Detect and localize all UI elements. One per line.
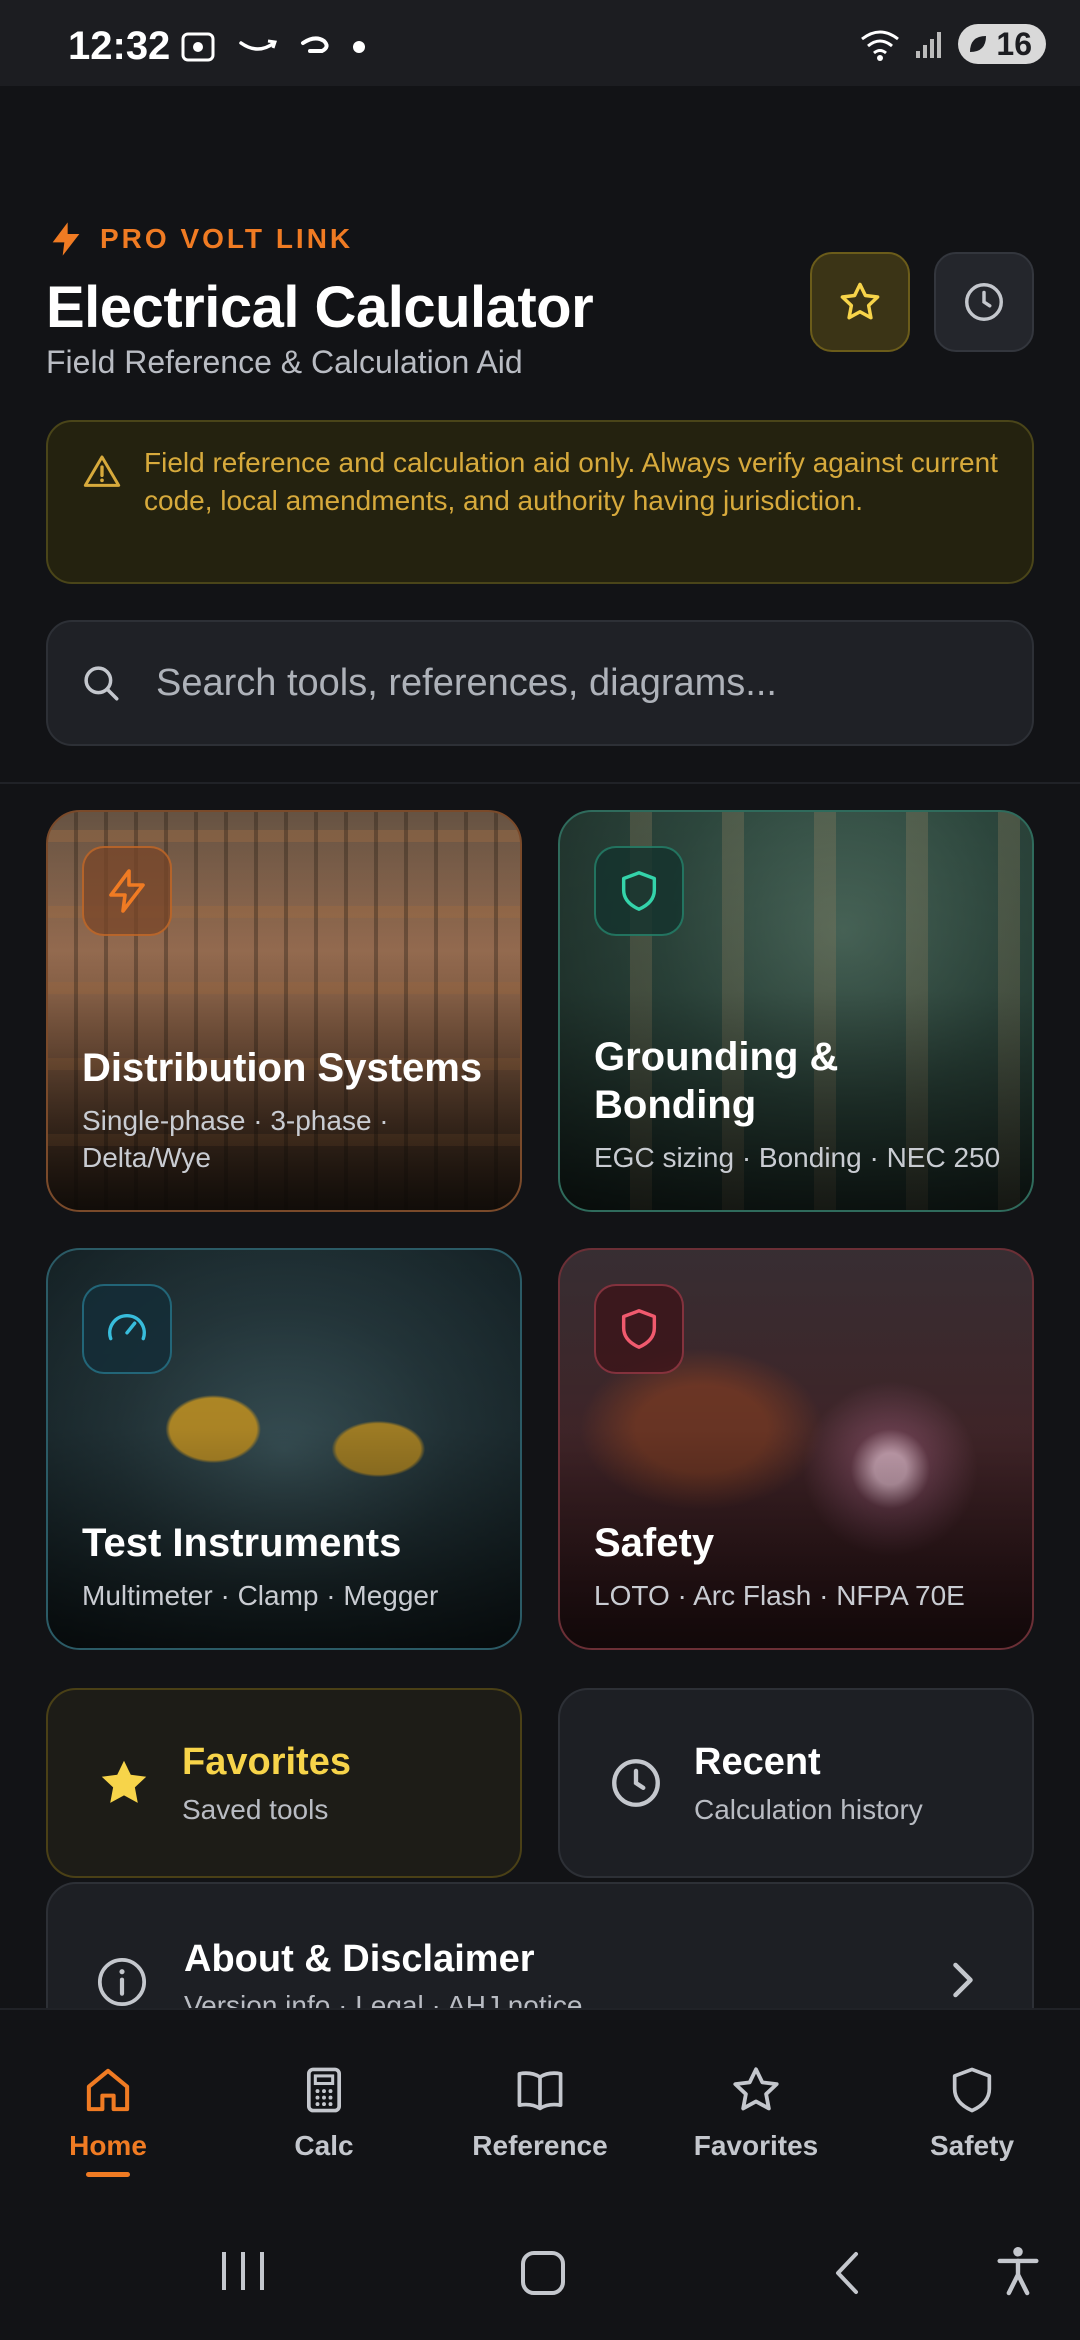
favorites-shortcut-button[interactable] [810,252,910,352]
wifi-icon [861,30,900,61]
nav-favorites[interactable]: Favorites [648,2010,864,2200]
card-grounding-bonding[interactable]: Grounding & Bonding EGC sizing · Bonding… [558,810,1034,1212]
bottom-navigation: Home Calc Reference Favorites Safety [0,2008,1080,2198]
dot-icon [353,41,365,53]
clock-icon [606,1754,666,1812]
nav-safety[interactable]: Safety [864,2010,1080,2200]
disclaimer-text: Field reference and calculation aid only… [144,447,998,516]
system-navigation-bar [0,2198,1080,2340]
accessibility-button[interactable] [996,2244,1040,2298]
shield-icon [946,2062,998,2118]
nav-label: Calc [294,2130,354,2161]
nav-home[interactable]: Home [0,2010,216,2200]
recent-tile[interactable]: Recent Calculation history [558,1688,1034,1878]
card-title: Grounding & Bonding [594,1035,839,1127]
leaf-icon [970,36,987,52]
status-time: 12:32 [68,24,171,68]
shield-icon [594,1284,684,1374]
star-icon [94,1754,154,1812]
card-test-instruments[interactable]: Test Instruments Multimeter · Clamp · Me… [46,1248,522,1650]
shield-icon [594,846,684,936]
favorites-tile[interactable]: Favorites Saved tools [46,1688,522,1878]
home-square-icon [521,2251,565,2295]
lightning-icon [82,846,172,936]
signal-icon [916,32,942,58]
nav-label: Favorites [693,2130,819,2161]
card-distribution-systems[interactable]: Distribution Systems Single-phase · 3-ph… [46,810,522,1212]
battery-level: 16 [996,25,1032,62]
gauge-icon [82,1284,172,1374]
card-safety[interactable]: Safety LOTO · Arc Flash · NFPA 70E [558,1248,1034,1650]
chevron-right-icon [953,1962,973,1998]
home-system-button[interactable] [520,2250,566,2296]
card-subtitle: LOTO · Arc Flash · NFPA 70E [594,1580,965,1611]
nav-label: Home [69,2130,147,2161]
tile-subtitle: Calculation history [694,1793,923,1825]
card-subtitle: Multimeter · Clamp · Megger [82,1580,439,1611]
card-title: Test Instruments [82,1521,402,1565]
clock-icon [965,283,1003,321]
star-icon [840,282,880,320]
tile-title: Recent [694,1740,821,1783]
disclaimer-banner: Field reference and calculation aid only… [46,420,1034,584]
calculator-icon [298,2062,350,2118]
about-title: About & Disclaimer [184,1938,535,1980]
divider [0,782,1080,784]
system-status-icons: 16 [860,24,1046,64]
recent-apps-button[interactable] [218,2250,268,2292]
tile-title: Favorites [182,1740,351,1783]
history-shortcut-button[interactable] [934,252,1034,352]
card-subtitle: Single-phase · 3-phase · Delta/Wye [82,1105,389,1173]
star-icon [729,2062,783,2118]
brand-label: PRO VOLT LINK [100,223,354,254]
screenshot-icon [181,32,215,62]
card-title: Safety [594,1521,715,1565]
info-icon [97,1957,147,2007]
back-button[interactable] [832,2250,862,2296]
accessibility-icon [997,2246,1039,2296]
home-icon [81,2062,135,2118]
active-indicator [86,2172,130,2177]
card-subtitle: EGC sizing · Bonding · NEC 250 [594,1142,1001,1173]
notification-icons [180,30,366,64]
page-subtitle: Field Reference & Calculation Aid [46,344,523,380]
nav-reference[interactable]: Reference [432,2010,648,2200]
battery-indicator: 16 [958,24,1046,64]
search-bar[interactable] [46,620,1034,746]
nav-calc[interactable]: Calc [216,2010,432,2200]
search-icon [80,662,122,704]
page-title: Electrical Calculator [46,275,594,340]
amazon-icon [239,39,277,51]
card-title: Distribution Systems [82,1046,483,1090]
recents-icon [222,2252,264,2290]
app-notification-icon [301,36,329,53]
lightning-icon [52,222,80,256]
app-header: PRO VOLT LINK Electrical Calculator Fiel… [46,218,1036,380]
warning-icon [83,455,121,487]
back-chevron-icon [836,2252,858,2294]
book-icon [512,2062,568,2118]
search-input[interactable] [156,661,976,705]
nav-label: Safety [929,2130,1015,2161]
nav-label: Reference [472,2130,608,2161]
tile-subtitle: Saved tools [182,1793,329,1825]
status-bar: 12:32 16 [0,0,1080,86]
